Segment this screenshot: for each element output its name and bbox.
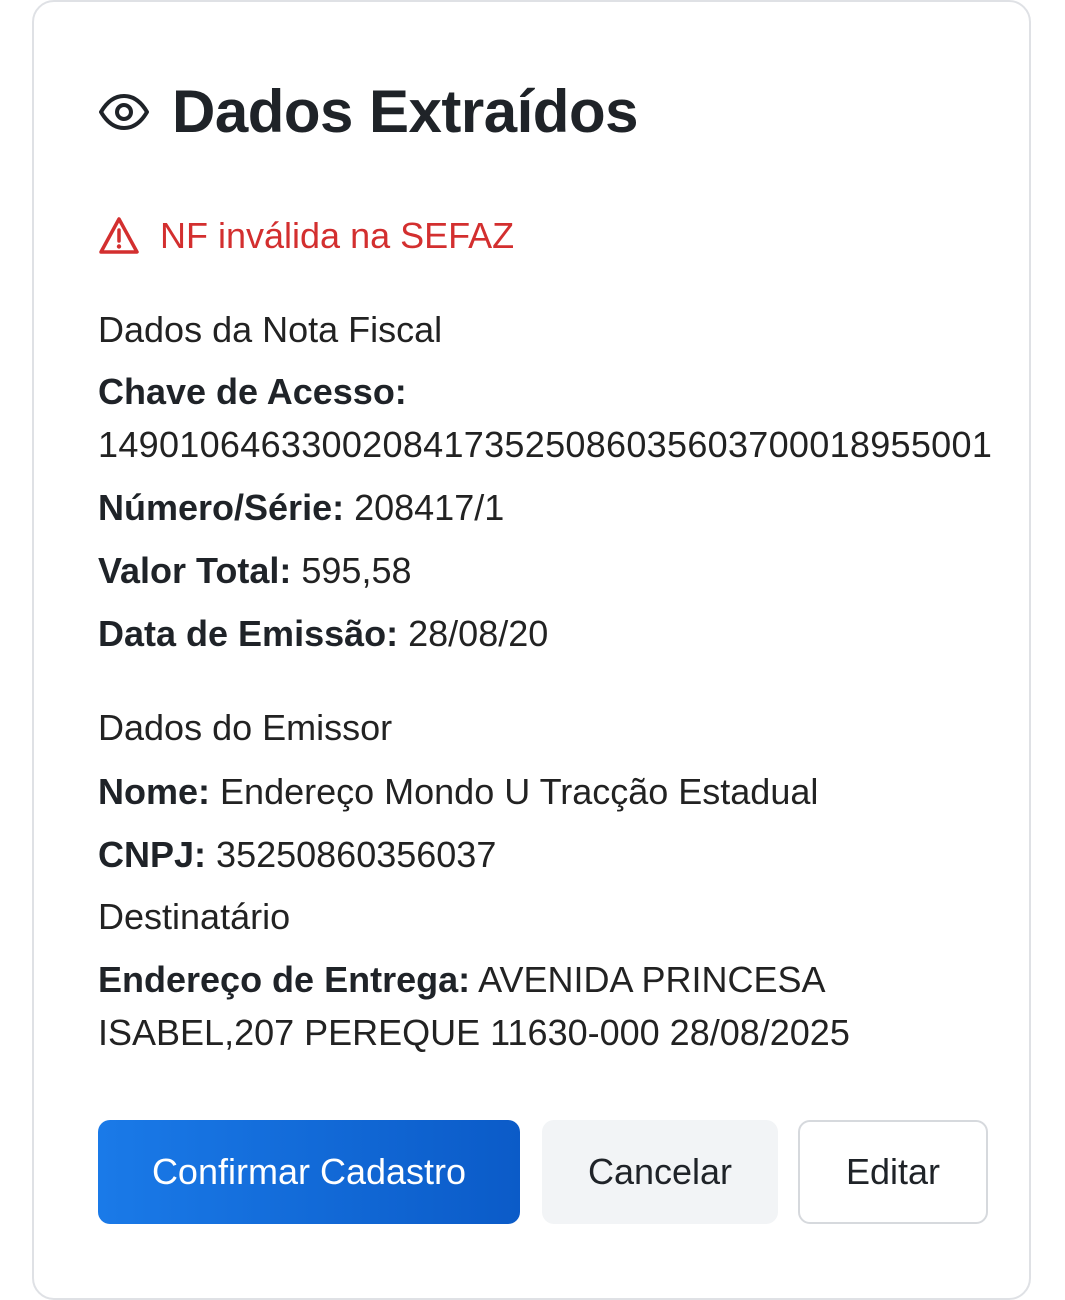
section-title-destinatario: Destinatário (98, 896, 291, 937)
numero-serie-row: Número/Série: 208417/1 (98, 485, 504, 531)
valor-value: 595,58 (301, 550, 412, 591)
section-title-nota-fiscal: Dados da Nota Fiscal (98, 309, 443, 350)
data-emissao-row: Data de Emissão: 28/08/20 (98, 611, 548, 657)
cnpj-label: CNPJ: (98, 834, 207, 875)
card-header: Dados Extraídos (98, 76, 638, 148)
data-label: Data de Emissão: (98, 613, 399, 654)
endereco-value-line2: ISABEL,207 PEREQUE 11630-000 28/08/2025 (98, 1012, 850, 1053)
confirm-register-button[interactable]: Confirmar Cadastro (98, 1120, 520, 1224)
numero-value: 208417/1 (354, 487, 505, 528)
data-value: 28/08/20 (408, 613, 549, 654)
valor-total-row: Valor Total: 595,58 (98, 548, 411, 594)
nome-label: Nome: (98, 771, 211, 812)
endereco-value-line1: AVENIDA PRINCESA (478, 959, 826, 1000)
edit-button[interactable]: Editar (798, 1120, 988, 1224)
endereco-label: Endereço de Entrega: (98, 959, 471, 1000)
warning-triangle-icon (99, 217, 139, 254)
sefaz-alert: NF inválida na SEFAZ (98, 212, 514, 260)
alert-text: NF inválida na SEFAZ (160, 215, 515, 256)
cnpj-value: 35250860356037 (216, 834, 497, 875)
numero-label: Número/Série: (98, 487, 345, 528)
chave-value: 1490106463300208417352508603560370001895… (98, 424, 993, 465)
nome-value: Endereço Mondo U Tracção Estadual (220, 771, 819, 812)
chave-label-row: Chave de Acesso: (98, 369, 407, 415)
page-title: Dados Extraídos (172, 78, 638, 145)
section-title-emissor: Dados do Emissor (98, 707, 393, 748)
eye-icon (99, 94, 149, 130)
cancel-button[interactable]: Cancelar (542, 1120, 778, 1224)
chave-label: Chave de Acesso: (98, 371, 407, 412)
endereco-row: Endereço de Entrega: AVENIDA PRINCESA (98, 957, 826, 1003)
valor-label: Valor Total: (98, 550, 292, 591)
nome-row: Nome: Endereço Mondo U Tracção Estadual (98, 769, 818, 815)
cnpj-row: CNPJ: 35250860356037 (98, 832, 496, 878)
extracted-data-card: Dados Extraídos NF inválida na SEFAZ Dad… (32, 0, 1031, 1300)
